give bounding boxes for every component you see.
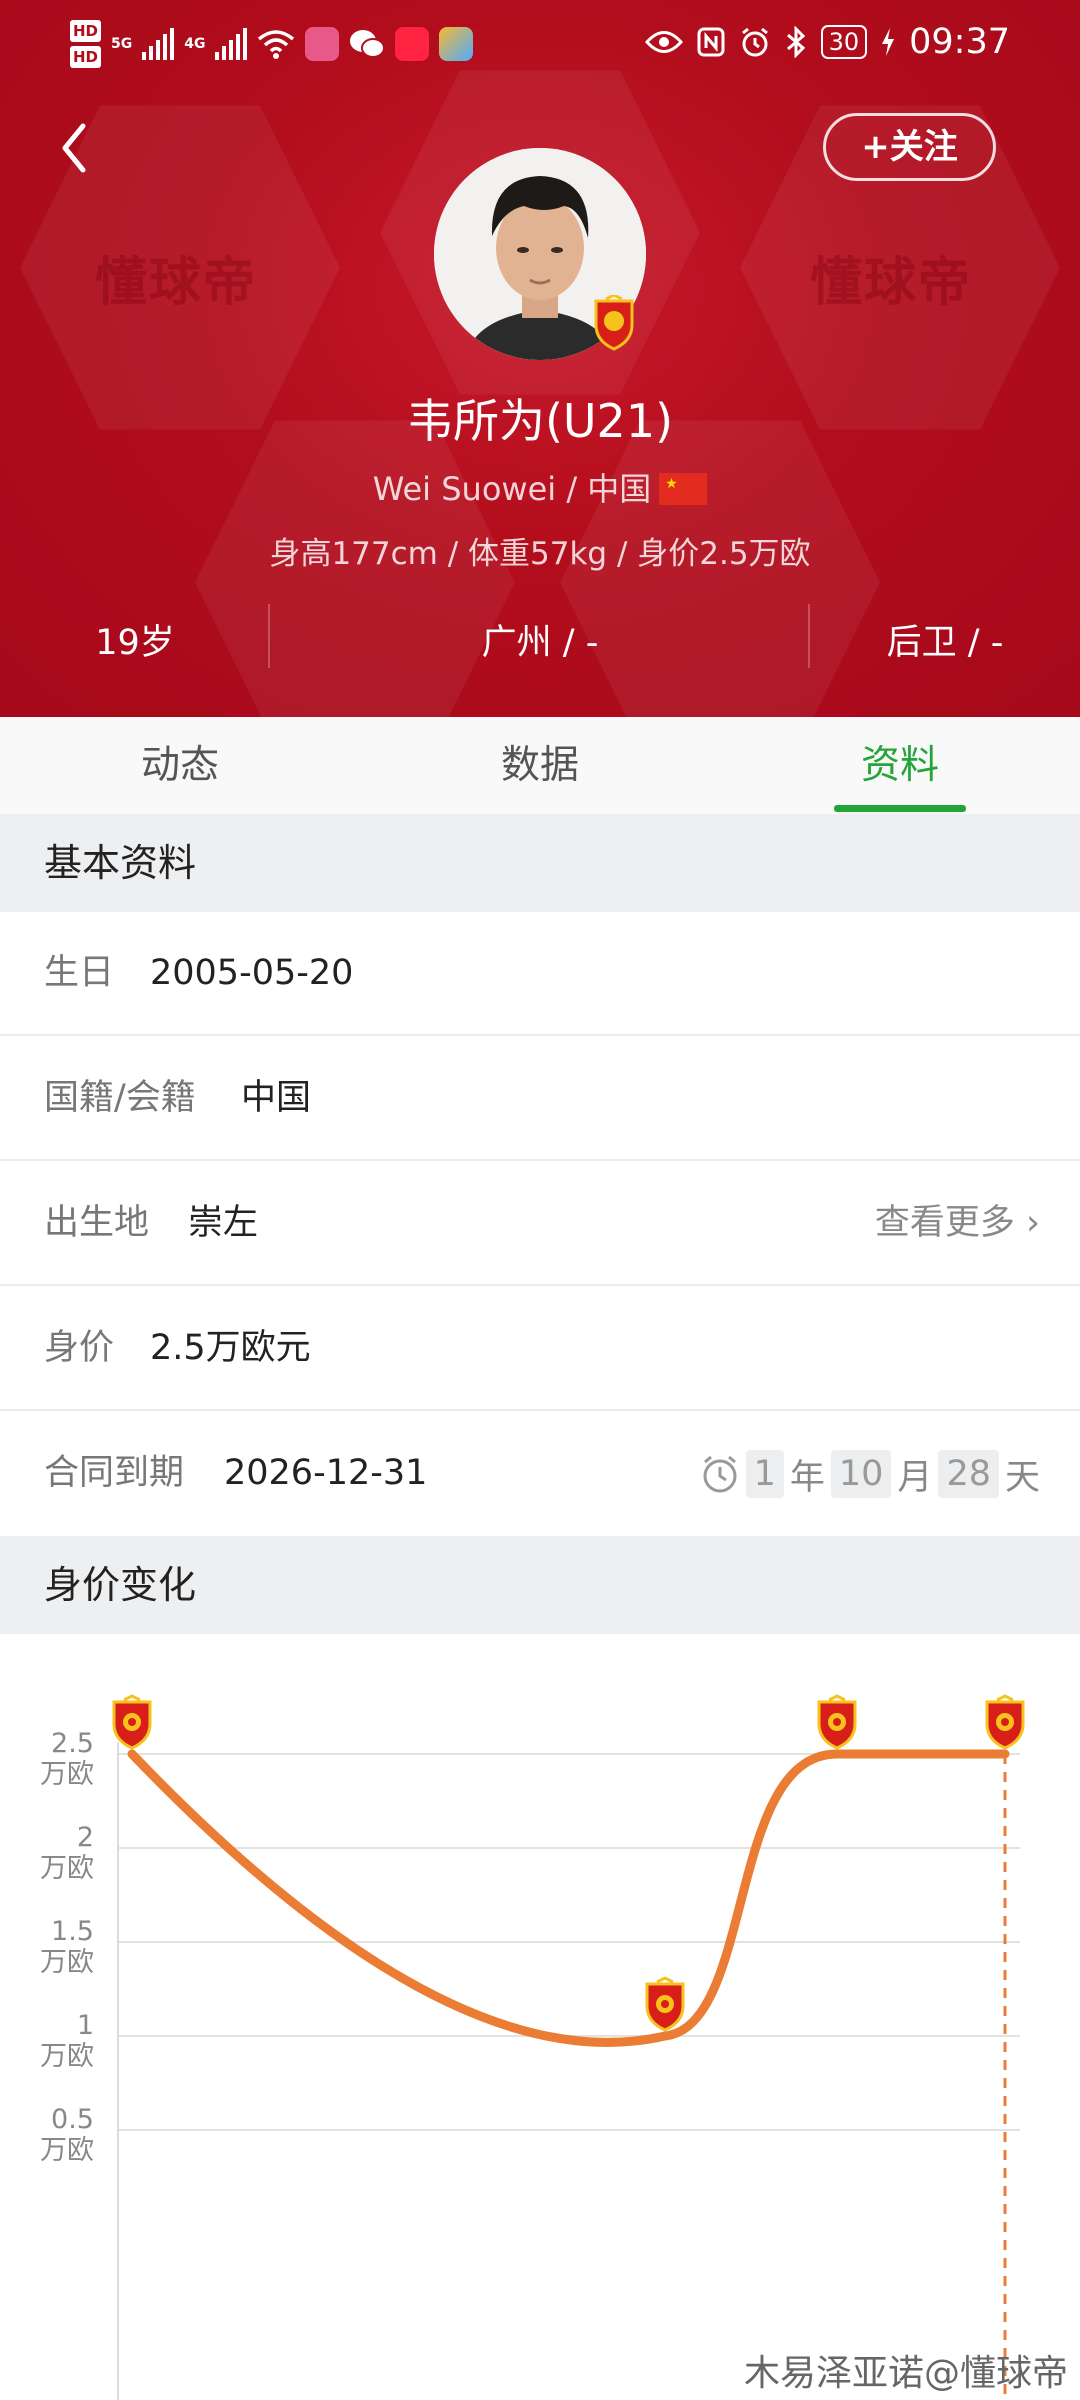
countdown-days: 28 [938, 1450, 999, 1498]
club-badge-icon [817, 1694, 857, 1750]
y-tick-label: 1 [77, 2010, 94, 2041]
eye-icon [644, 31, 683, 53]
player-name: 韦所为(U21) [406, 394, 674, 448]
nationality-value: 中国 [241, 1078, 312, 1118]
info-row-birthday: 生日 2005-05-20 [0, 912, 1080, 1036]
year-unit: 年 [789, 1457, 825, 1498]
tab-stats[interactable]: 数据 [360, 717, 720, 814]
y-tick-unit: 万欧 [40, 2135, 94, 2166]
birthplace-value: 崇左 [188, 1203, 259, 1243]
info-row-market-value: 身价 2.5万欧元 [0, 1287, 1080, 1411]
info-row-nationality: 国籍/会籍 中国 [0, 1037, 1080, 1161]
bluetooth-icon [786, 26, 805, 58]
tab-news[interactable]: 动态 [0, 717, 360, 814]
hd-indicator: HD HD [70, 18, 102, 70]
player-subtitle: Wei Suowei / 中国 ★ [0, 464, 1080, 510]
y-tick-unit: 万欧 [40, 1947, 94, 1978]
alarm-icon [741, 27, 768, 57]
nationality-label: 国籍/会籍 [44, 1078, 196, 1118]
market-value-chart: 2.5万欧2万欧1.5万欧1万欧0.5万欧 [40, 1694, 1025, 2400]
player-english-name: Wei Suowei / 中国 [372, 470, 652, 508]
wifi-icon [258, 30, 295, 59]
market-value-label: 身价 [44, 1328, 115, 1368]
section-value-change: 身价变化 [0, 1536, 1080, 1634]
y-tick-unit: 万欧 [40, 1853, 94, 1884]
value-line [127, 1749, 1010, 2047]
follow-button[interactable]: +关注 [823, 113, 996, 181]
chevron-right-icon: › [1026, 1203, 1040, 1243]
weibo-app-icon [305, 27, 340, 61]
charging-icon [882, 28, 895, 56]
club-badge-icon [985, 1694, 1025, 1750]
brand-watermark: 懂球帝 [810, 253, 973, 313]
app-icon [439, 27, 474, 61]
y-tick-label: 0.5 [51, 2104, 94, 2135]
player-position: 后卫 / - [886, 623, 1004, 663]
signal-icon [215, 28, 248, 60]
player-stats: 身高177cm / 体重57kg / 身价2.5万欧 [269, 536, 811, 572]
birthday-value: 2005-05-20 [150, 953, 354, 993]
info-row-contract: 合同到期 2026-12-31 1 年 10 月 28 天 [0, 1412, 1080, 1536]
contract-date: 2026-12-31 [224, 1453, 428, 1493]
nfc-icon [697, 27, 725, 57]
brand-watermark: 懂球帝 [95, 253, 258, 313]
club-badge-icon [645, 1976, 685, 2032]
tab-bar: 动态 数据 资料 [0, 717, 1080, 814]
signal-icon [142, 28, 175, 60]
countdown-years: 1 [745, 1450, 784, 1498]
info-row-birthplace[interactable]: 出生地 崇左 查看更多 › [0, 1162, 1080, 1286]
month-unit: 月 [897, 1457, 933, 1498]
club-badge-icon [594, 295, 634, 351]
see-more-link[interactable]: 查看更多 › [875, 1162, 1040, 1284]
day-unit: 天 [1004, 1457, 1040, 1498]
player-meta-row: 19岁 广州 / - 后卫 / - [0, 604, 1080, 674]
section-basic-info: 基本资料 [0, 814, 1080, 912]
player-city: 广州 / - [481, 623, 599, 663]
credit-watermark: 木易泽亚诺@懂球帝 [743, 2353, 1068, 2394]
status-bar: HD HD 5G 4G 30 09:37 [0, 0, 1080, 92]
clock: 09:37 [909, 22, 1010, 62]
battery-level: 30 [820, 25, 868, 59]
player-header: 懂球帝 懂球帝 HD HD 5G 4G 30 09:37 +关注 韦所为(U21… [0, 0, 1080, 717]
back-button[interactable] [55, 118, 95, 178]
xiaohongshu-app-icon [395, 27, 430, 61]
birthplace-label: 出生地 [44, 1203, 150, 1243]
market-value: 2.5万欧元 [150, 1328, 311, 1368]
y-tick-unit: 万欧 [40, 1759, 94, 1790]
china-flag-icon: ★ [659, 473, 708, 505]
active-tab-indicator [834, 805, 966, 812]
network-4g: 4G [184, 36, 206, 52]
y-tick-label: 2.5 [51, 1728, 94, 1759]
y-tick-unit: 万欧 [40, 2041, 94, 2072]
y-tick-label: 2 [77, 1822, 94, 1853]
countdown-months: 10 [830, 1450, 892, 1498]
club-badge-icon [112, 1694, 152, 1750]
player-age: 19岁 [95, 623, 175, 663]
wechat-icon [350, 30, 386, 58]
birthday-label: 生日 [44, 953, 115, 993]
alarm-clock-icon [703, 1455, 737, 1493]
contract-label: 合同到期 [44, 1453, 185, 1493]
network-5g: 5G [111, 36, 133, 52]
contract-countdown: 1 年 10 月 28 天 [700, 1449, 1040, 1499]
y-tick-label: 1.5 [51, 1916, 94, 1947]
tab-profile[interactable]: 资料 [720, 717, 1080, 814]
